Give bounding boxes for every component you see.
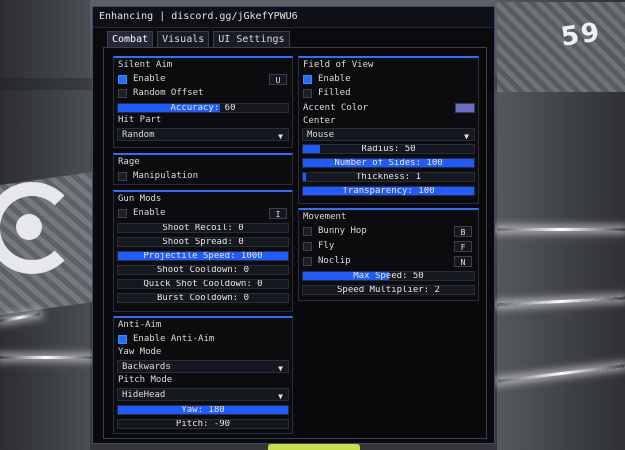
random-offset-checkbox[interactable]: Random Offset	[118, 87, 203, 99]
fov-enable-checkbox[interactable]: Enable	[303, 73, 351, 85]
pitch-mode-dropdown[interactable]: HideHead ▼	[117, 388, 289, 401]
hit-part-label: Hit Part	[118, 115, 162, 125]
section-gun-mods: Gun Mods Enable I Shoot Recoil: 0 Shoot …	[113, 190, 293, 312]
center-label: Center	[303, 116, 336, 126]
section-rage: Rage Manipulation	[113, 153, 293, 185]
projectile-speed-slider[interactable]: Projectile Speed: 1000	[117, 251, 289, 261]
fly-keybind-button[interactable]: F	[454, 241, 472, 252]
fov-filled-checkbox[interactable]: Filled	[303, 87, 351, 99]
checkbox-box[interactable]	[118, 334, 127, 344]
bunny-hop-checkbox[interactable]: Bunny Hop	[303, 225, 367, 237]
section-title: Gun Mods	[118, 194, 162, 204]
section-silent-aim: Silent Aim Enable U Random Offset Accura…	[113, 56, 293, 148]
floor-number: 59	[558, 17, 603, 53]
bunny-hop-keybind-button[interactable]: B	[454, 226, 472, 237]
chevron-down-icon: ▼	[278, 132, 283, 141]
pitch-mode-label: Pitch Mode	[118, 375, 173, 385]
chevron-down-icon: ▼	[278, 392, 283, 401]
checkbox-box[interactable]	[303, 226, 312, 236]
checkbox-box[interactable]	[303, 88, 312, 98]
fly-checkbox[interactable]: Fly	[303, 240, 334, 252]
shoot-spread-slider[interactable]: Shoot Spread: 0	[117, 237, 289, 247]
noclip-checkbox[interactable]: Noclip	[303, 255, 351, 267]
section-title: Movement	[303, 212, 347, 222]
checkbox-box[interactable]	[303, 74, 312, 84]
yaw-mode-dropdown[interactable]: Backwards ▼	[117, 360, 289, 373]
accent-color-label: Accent Color	[303, 103, 369, 113]
center-dropdown[interactable]: Mouse ▼	[302, 128, 475, 141]
silent-aim-enable-checkbox[interactable]: Enable	[118, 73, 166, 85]
chevron-down-icon: ▼	[278, 364, 283, 373]
number-of-sides-slider[interactable]: Number of Sides: 100	[302, 158, 475, 168]
checkbox-box[interactable]	[118, 74, 127, 84]
accuracy-slider[interactable]: Accuracy: 60	[117, 103, 289, 113]
checkbox-box[interactable]	[303, 241, 312, 251]
section-title: Field of View	[303, 60, 374, 70]
right-floor-pad	[497, 2, 625, 92]
section-anti-aim: Anti-Aim Enable Anti-Aim Yaw Mode Backwa…	[113, 316, 293, 434]
gun-mods-enable-checkbox[interactable]: Enable	[118, 207, 166, 219]
section-title: Silent Aim	[118, 60, 173, 70]
tab-visuals[interactable]: Visuals	[157, 31, 210, 48]
hud-bar	[268, 444, 360, 450]
section-field-of-view: Field of View Enable Filled Accent Color…	[298, 56, 479, 204]
section-movement: Movement Bunny Hop B Fly F Noclip N Max …	[298, 208, 479, 301]
enable-anti-aim-checkbox[interactable]: Enable Anti-Aim	[118, 333, 214, 345]
checkbox-box[interactable]	[118, 88, 127, 98]
thickness-slider[interactable]: Thickness: 1	[302, 172, 475, 182]
neon-stripe	[0, 356, 92, 359]
speed-multiplier-slider[interactable]: Speed Multiplier: 2	[302, 285, 475, 295]
shoot-recoil-slider[interactable]: Shoot Recoil: 0	[117, 223, 289, 233]
checkbox-box[interactable]	[118, 208, 127, 218]
pitch-slider[interactable]: Pitch: -90	[117, 419, 289, 429]
section-title: Anti-Aim	[118, 320, 162, 330]
transparency-slider[interactable]: Transparency: 100	[302, 186, 475, 196]
gun-mods-keybind-button[interactable]: I	[269, 208, 287, 219]
floor-logo-dot	[16, 214, 42, 240]
silent-aim-keybind-button[interactable]: U	[269, 74, 287, 85]
tab-ui-settings[interactable]: UI Settings	[213, 31, 290, 48]
burst-cooldown-slider[interactable]: Burst Cooldown: 0	[117, 293, 289, 303]
checkbox-box[interactable]	[303, 256, 312, 266]
max-speed-slider[interactable]: Max Speed: 50	[302, 271, 475, 281]
tab-combat[interactable]: Combat	[107, 31, 154, 48]
hit-part-dropdown[interactable]: Random ▼	[117, 128, 289, 141]
chevron-down-icon: ▼	[464, 132, 469, 141]
yaw-slider[interactable]: Yaw: 180	[117, 405, 289, 415]
noclip-keybind-button[interactable]: N	[454, 256, 472, 267]
radius-slider[interactable]: Radius: 50	[302, 144, 475, 154]
cheat-menu-window[interactable]: Enhancing | discord.gg/jGkefYPWU6 Combat…	[92, 6, 495, 444]
window-titlebar[interactable]: Enhancing | discord.gg/jGkefYPWU6	[93, 7, 494, 28]
yaw-mode-label: Yaw Mode	[118, 347, 162, 357]
tab-content-combat: Silent Aim Enable U Random Offset Accura…	[103, 47, 487, 439]
section-title: Rage	[118, 157, 140, 167]
shoot-cooldown-slider[interactable]: Shoot Cooldown: 0	[117, 265, 289, 275]
tab-bar: Combat Visuals UI Settings	[107, 31, 290, 48]
checkbox-box[interactable]	[118, 171, 127, 181]
accent-color-swatch[interactable]	[455, 103, 475, 113]
quick-shot-cooldown-slider[interactable]: Quick Shot Cooldown: 0	[117, 279, 289, 289]
manipulation-checkbox[interactable]: Manipulation	[118, 170, 198, 182]
neon-stripe	[497, 228, 625, 231]
